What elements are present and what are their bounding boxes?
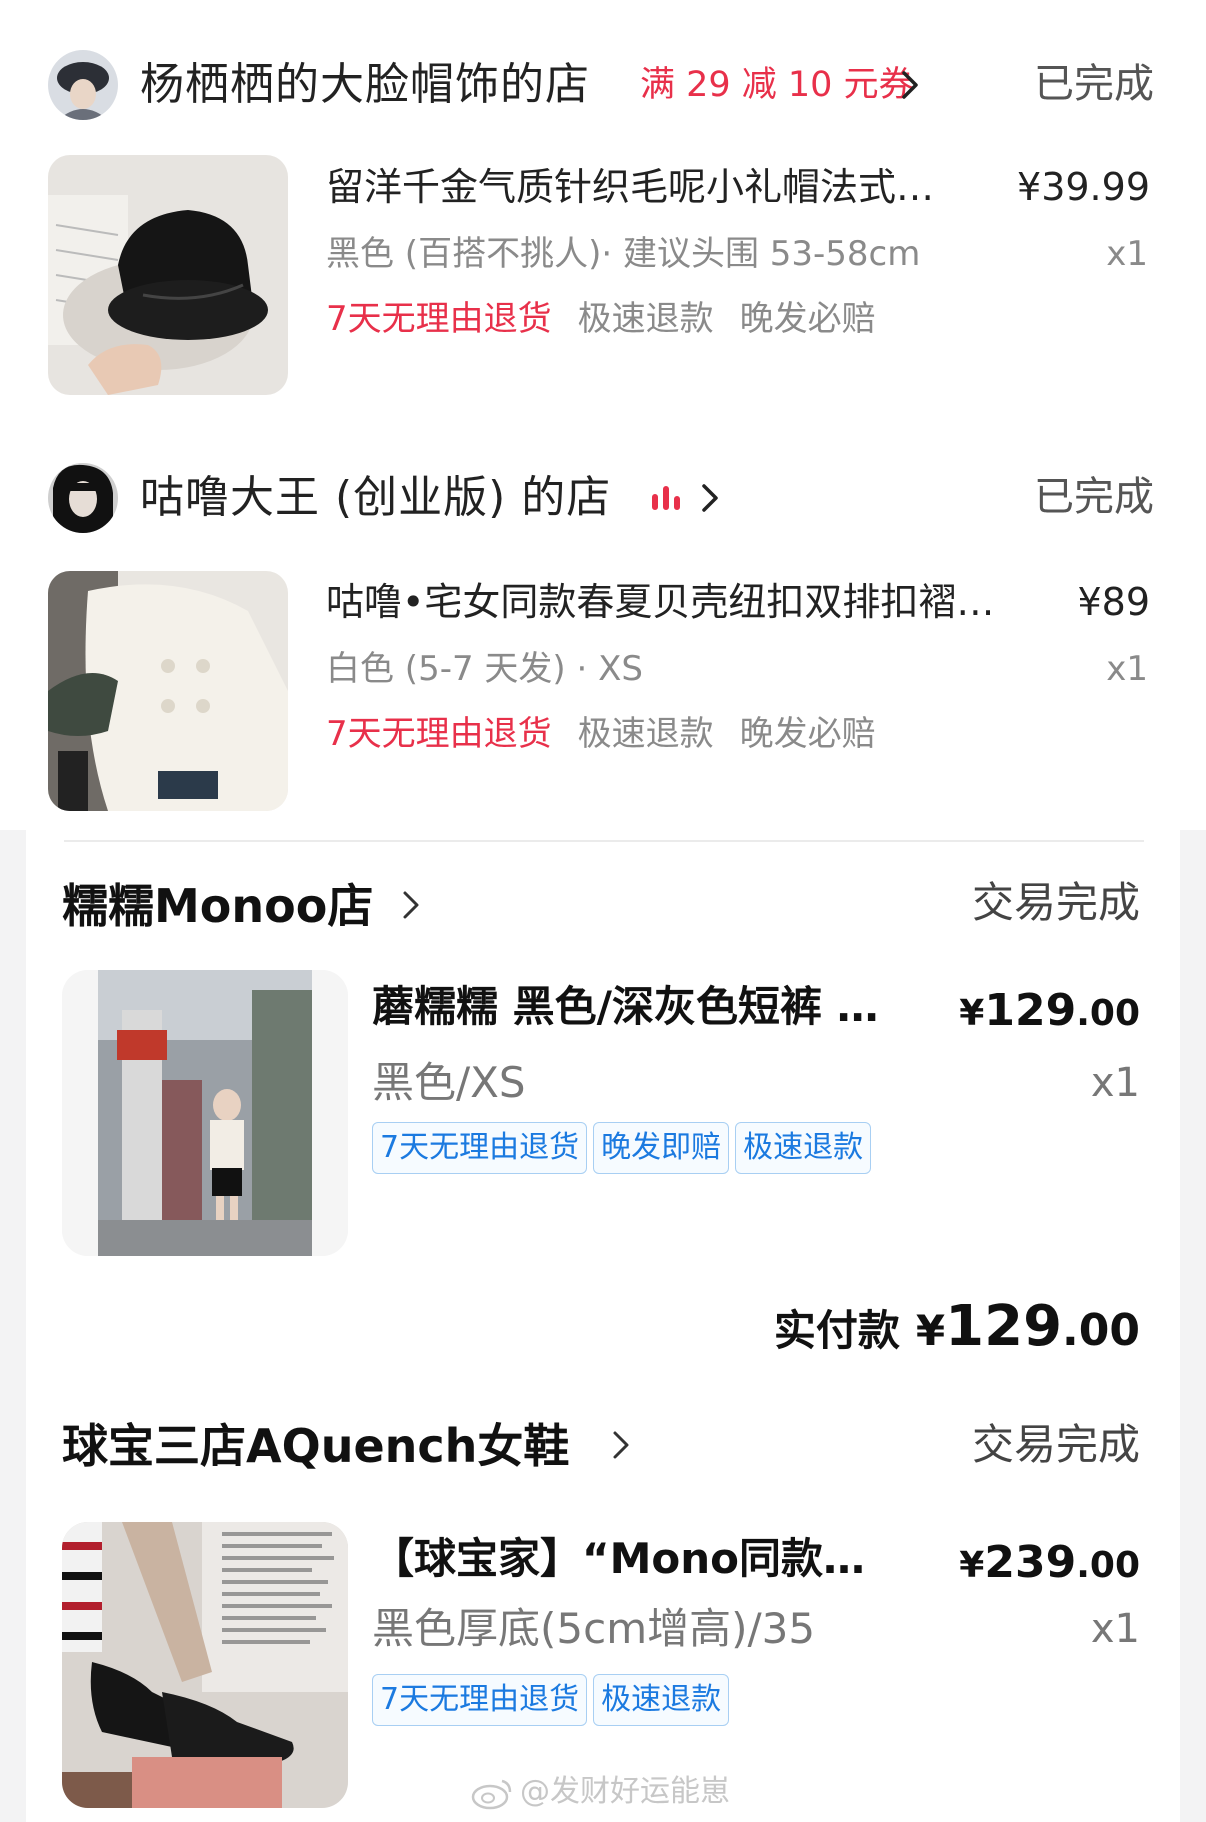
product-spec: 黑色/XS	[372, 1058, 526, 1107]
product-image[interactable]	[48, 571, 288, 811]
service-tags: 7天无理由退货 晚发即赔 极速退款	[372, 1122, 877, 1174]
order-status: 交易完成	[971, 1420, 1140, 1469]
tag-return-policy: 7天无理由退货	[326, 299, 552, 339]
tag-return-policy: 7天无理由退货	[372, 1674, 588, 1726]
product-price: ¥129.00	[959, 985, 1140, 1036]
order-card-shop-2[interactable]: 咕噜大王 (创业版) 的店 已完成 咕噜•宅女同款春夏贝壳纽扣双排扣褶… ¥89…	[0, 415, 1206, 830]
tag-fast-refund: 极速退款	[577, 299, 714, 339]
order-card-shop-1[interactable]: 杨栖栖的大脸帽饰的店 满 29 减 10 元券 已完成 留洋千金气质针织毛呢小礼…	[0, 0, 1206, 415]
shop-avatar[interactable]	[48, 50, 118, 120]
product-title[interactable]: 【球宝家】“Mono同款…	[372, 1532, 932, 1586]
tag-fast-refund: 极速退款	[577, 714, 714, 754]
product-title[interactable]: 留洋千金气质针织毛呢小礼帽法式…	[326, 162, 996, 212]
product-price: ¥39.99	[1017, 165, 1150, 209]
watermark: @发财好运能崽	[470, 1772, 730, 1812]
product-title[interactable]: 蘑糯糯 黑色/深灰色短裤 …	[372, 980, 932, 1034]
order-status: 已完成	[1034, 474, 1154, 520]
chevron-right-icon[interactable]	[612, 1430, 630, 1460]
product-quantity: x1	[1090, 1060, 1140, 1106]
order-status: 交易完成	[971, 878, 1140, 927]
shop-name[interactable]: 杨栖栖的大脸帽饰的店	[140, 59, 590, 111]
shop-avatar[interactable]	[48, 463, 118, 533]
product-image[interactable]	[48, 155, 288, 395]
tag-late-delivery-compensation: 晚发即赔	[593, 1122, 730, 1174]
product-quantity: x1	[1106, 234, 1148, 274]
shop-name[interactable]: 咕噜大王 (创业版) 的店	[140, 472, 611, 524]
shop-name[interactable]: 球宝三店AQuench女鞋	[62, 1418, 569, 1474]
product-spec: 白色 (5-7 天发) · XS	[326, 649, 643, 689]
chevron-right-icon[interactable]	[900, 70, 920, 100]
product-spec: 黑色 (百搭不挑人)· 建议头围 53-58cm	[326, 234, 921, 274]
service-tags: 7天无理由退货 极速退款 晚发必赔	[326, 296, 902, 342]
order-status: 已完成	[1034, 61, 1154, 107]
shop-header[interactable]: 杨栖栖的大脸帽饰的店 满 29 减 10 元券 已完成	[48, 50, 1154, 120]
watermark-text: @发财好运能崽	[520, 1774, 730, 1809]
live-bars-icon	[652, 486, 680, 510]
service-tags: 7天无理由退货 极速退款	[372, 1674, 735, 1726]
tag-fast-refund: 极速退款	[593, 1674, 730, 1726]
tag-late-delivery-compensation: 晚发必赔	[739, 714, 876, 754]
product-spec: 黑色厚底(5cm增高)/35	[372, 1604, 816, 1653]
chevron-right-icon[interactable]	[700, 483, 720, 513]
tag-fast-refund: 极速退款	[735, 1122, 872, 1174]
amount-paid: 实付款 ¥129.00	[773, 1294, 1140, 1359]
tag-return-policy: 7天无理由退货	[326, 714, 552, 754]
product-price: ¥89	[1077, 580, 1150, 624]
divider	[64, 840, 1144, 842]
product-title[interactable]: 咕噜•宅女同款春夏贝壳纽扣双排扣褶…	[326, 577, 996, 627]
amount-paid-label: 实付款	[773, 1306, 900, 1355]
tag-late-delivery-compensation: 晚发必赔	[739, 299, 876, 339]
product-image[interactable]	[62, 1522, 348, 1808]
product-price: ¥239.00	[959, 1537, 1140, 1588]
service-tags: 7天无理由退货 极速退款 晚发必赔	[326, 711, 902, 757]
shop-header[interactable]: 咕噜大王 (创业版) 的店 已完成	[48, 463, 1154, 533]
chevron-right-icon[interactable]	[402, 890, 420, 920]
product-image[interactable]	[62, 970, 348, 1256]
product-quantity: x1	[1106, 649, 1148, 689]
product-quantity: x1	[1090, 1606, 1140, 1652]
weibo-icon	[471, 1779, 512, 1809]
tag-return-policy: 7天无理由退货	[372, 1122, 588, 1174]
shop-name[interactable]: 糯糯Monoo店	[62, 878, 373, 934]
coupon-label[interactable]: 满 29 减 10 元券	[640, 63, 914, 107]
